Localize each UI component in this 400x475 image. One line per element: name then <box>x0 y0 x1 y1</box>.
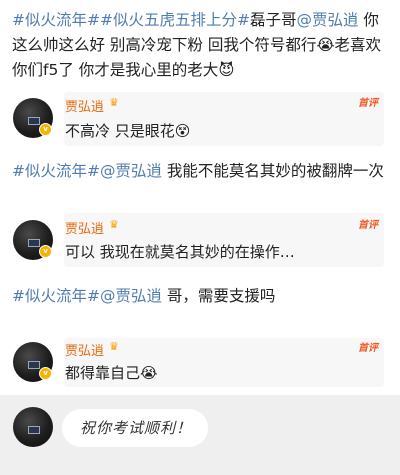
reply-author-name[interactable]: 贾弘逍 <box>65 340 104 359</box>
mention-link[interactable]: @贾弘逍 <box>100 287 162 305</box>
avatar-image <box>28 117 40 125</box>
mention-link[interactable]: @贾弘逍 <box>296 11 358 29</box>
first-comment-badge: 首评 <box>358 98 378 109</box>
bottom-message-area: 祝你考试顺利！ <box>0 395 400 475</box>
crown-icon: ♛ <box>109 218 119 231</box>
reply-text: 可以 我现在就莫名其妙的在操作… <box>65 243 295 261</box>
post-3: #似火流年#@贾弘逍 哥，需要支援吗 <box>12 284 392 309</box>
post-text: 磊子哥 <box>249 11 297 29</box>
topic-tag[interactable]: #似火流年# <box>12 162 100 180</box>
post-2: #似火流年#@贾弘逍 我能不能莫名其妙的被翻牌一次 <box>12 159 392 184</box>
reply-text: 不高冷 只是眼花😵 <box>65 122 191 140</box>
emoji: 😈 <box>218 61 235 79</box>
reply-author-name[interactable]: 贾弘逍 <box>65 218 104 237</box>
post-text: 哥，需要支援吗 <box>162 287 276 305</box>
reply-card-2[interactable]: v 贾弘逍 ♛ 首评 可以 我现在就莫名其妙的在操作… <box>0 205 400 275</box>
verified-badge-icon: v <box>39 367 52 380</box>
reply-card-1[interactable]: v 贾弘逍 ♛ 首评 不高冷 只是眼花😵 <box>0 84 400 154</box>
first-comment-badge: 首评 <box>358 343 378 354</box>
post-text: 我能不能莫名其妙的被翻牌一次 <box>162 162 384 180</box>
topic-tag[interactable]: #似火流年# <box>12 11 100 29</box>
reply-author-name[interactable]: 贾弘逍 <box>65 96 104 115</box>
avatar-image <box>28 426 40 434</box>
topic-tag[interactable]: #似火五虎五排上分# <box>100 11 250 29</box>
reply-text: 都得靠自己😭 <box>65 364 158 382</box>
reply-card-3[interactable]: v 贾弘逍 ♛ 首评 都得靠自己😭 <box>0 330 400 395</box>
crown-icon: ♛ <box>109 340 119 353</box>
message-bubble[interactable]: 祝你考试顺利！ <box>62 409 208 447</box>
avatar[interactable] <box>13 407 53 447</box>
first-comment-badge: 首评 <box>358 220 378 231</box>
crown-icon: ♛ <box>109 96 119 109</box>
emoji: 😵 <box>174 122 191 140</box>
post-1: #似火流年##似火五虎五排上分#磊子哥@贾弘逍 你这么帅这么好 别高冷宠下粉 回… <box>12 8 392 83</box>
avatar-image <box>28 239 40 247</box>
emoji: 😭 <box>316 36 335 54</box>
avatar-image <box>28 361 40 369</box>
topic-tag[interactable]: #似火流年# <box>12 287 100 305</box>
verified-badge-icon: v <box>39 245 52 258</box>
verified-badge-icon: v <box>39 123 52 136</box>
mention-link[interactable]: @贾弘逍 <box>100 162 162 180</box>
message-text: 祝你考试顺利！ <box>80 419 193 437</box>
emoji: 😭 <box>140 364 158 382</box>
